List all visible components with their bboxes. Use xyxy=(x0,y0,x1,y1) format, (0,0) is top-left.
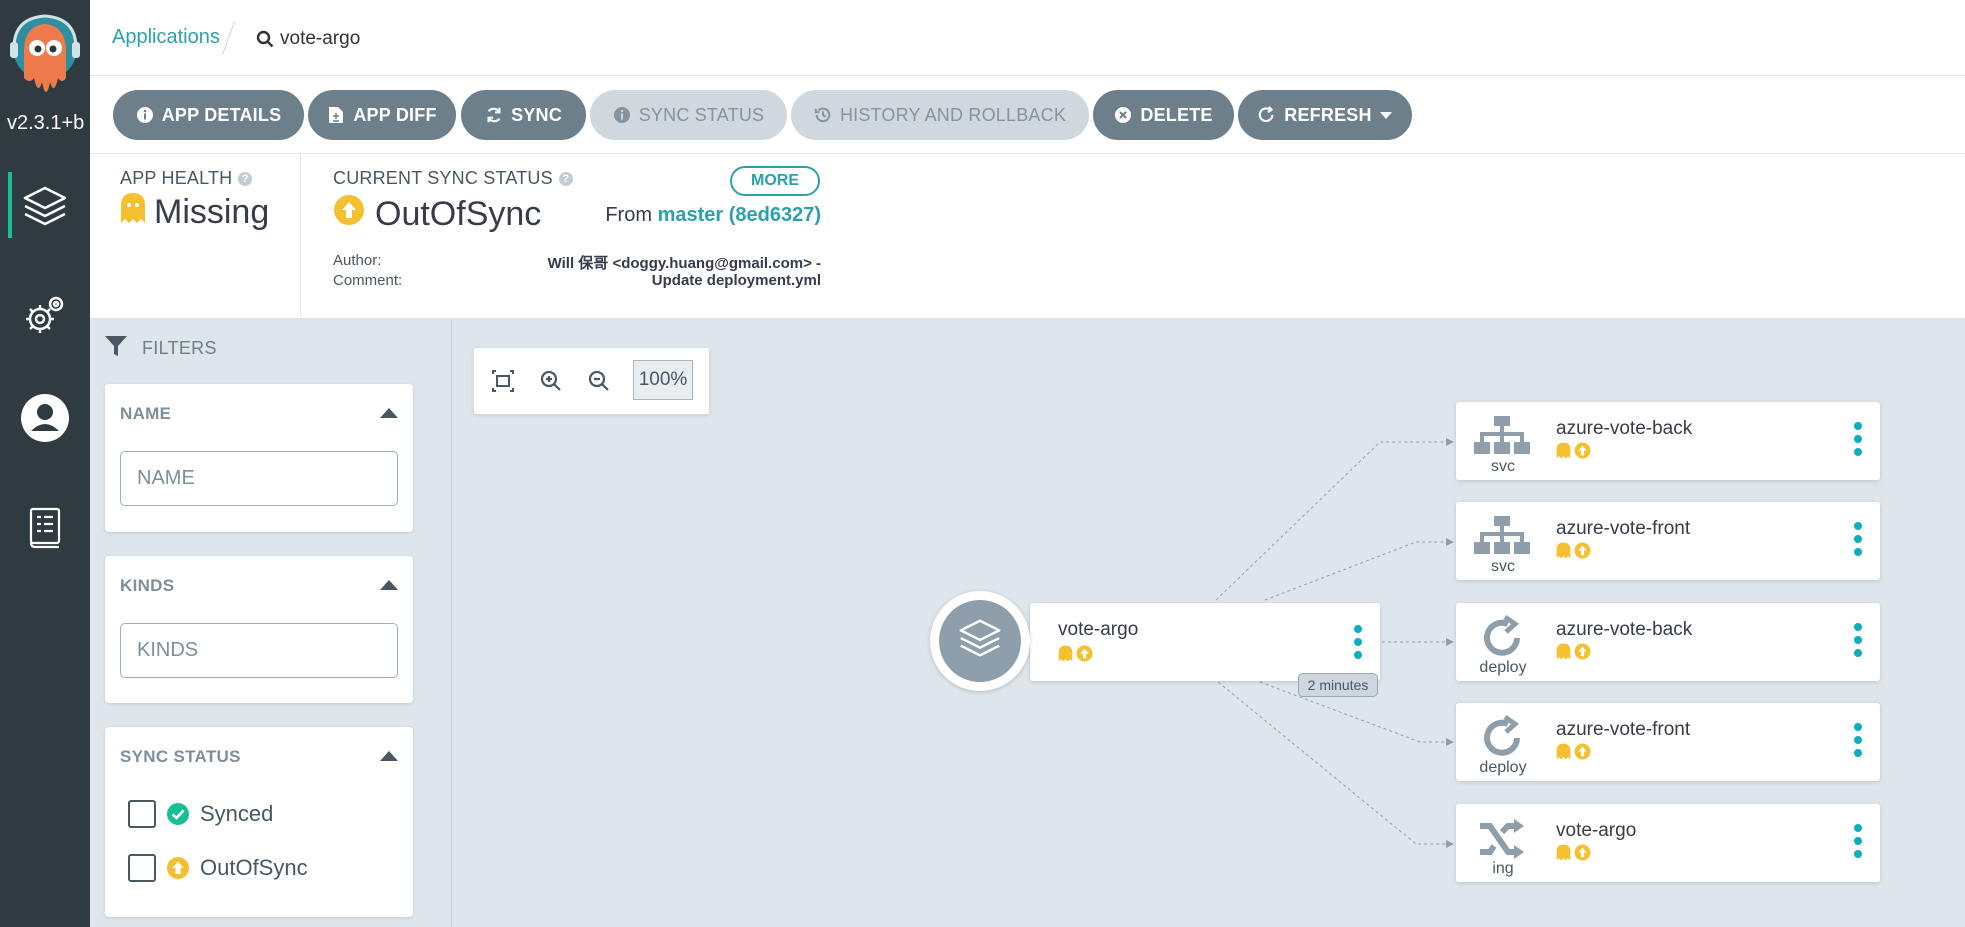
resource-kind: svc xyxy=(1491,458,1515,475)
resource-badges xyxy=(1556,643,1591,665)
deploy-icon xyxy=(1472,615,1532,661)
resource-badges xyxy=(1556,844,1591,866)
arrow-circle-up-icon xyxy=(1574,643,1591,665)
resource-badges xyxy=(1556,542,1591,564)
resource-badges xyxy=(1556,442,1591,464)
arrow-circle-up-icon xyxy=(1574,743,1591,765)
resource-node[interactable]: svc azure-vote-front xyxy=(1456,502,1880,580)
resource-kind: svc xyxy=(1491,558,1515,575)
kebab-menu-icon[interactable] xyxy=(1354,625,1362,659)
ghost-icon xyxy=(1556,542,1571,564)
layers-icon xyxy=(956,615,1004,668)
resource-node[interactable]: deploy azure-vote-back xyxy=(1456,603,1880,681)
service-icon xyxy=(1472,414,1532,460)
kebab-menu-icon[interactable] xyxy=(1854,623,1862,657)
resource-name: azure-vote-back xyxy=(1556,418,1693,439)
arrow-circle-up-icon xyxy=(1076,645,1093,667)
kebab-menu-icon[interactable] xyxy=(1854,824,1862,858)
ghost-icon xyxy=(1058,645,1073,667)
resource-name: azure-vote-front xyxy=(1556,719,1691,740)
kebab-menu-icon[interactable] xyxy=(1854,422,1862,456)
app-age-badge: 2 minutes xyxy=(1298,673,1378,697)
resource-kind: deploy xyxy=(1479,659,1527,676)
kebab-menu-icon[interactable] xyxy=(1854,723,1862,757)
arrow-circle-up-icon xyxy=(1574,844,1591,866)
app-node-name: vote-argo xyxy=(1058,619,1139,640)
service-icon xyxy=(1472,514,1532,560)
ingress-shuffle-icon xyxy=(1472,816,1532,862)
resource-kind: ing xyxy=(1492,860,1514,877)
resource-name: azure-vote-front xyxy=(1556,518,1691,539)
resource-name: vote-argo xyxy=(1556,820,1637,841)
arrow-circle-up-icon xyxy=(1574,542,1591,564)
arrow-circle-up-icon xyxy=(1574,442,1591,464)
resource-node[interactable]: ing vote-argo xyxy=(1456,804,1880,882)
app-node[interactable]: vote-argo xyxy=(1030,603,1380,681)
ghost-icon xyxy=(1556,844,1571,866)
resource-kind: deploy xyxy=(1479,759,1527,776)
resource-name: azure-vote-back xyxy=(1556,619,1693,640)
app-node-badges xyxy=(1058,645,1093,667)
ghost-icon xyxy=(1556,643,1571,665)
ghost-icon xyxy=(1556,442,1571,464)
resource-badges xyxy=(1556,743,1591,765)
ghost-icon xyxy=(1556,743,1571,765)
kebab-menu-icon[interactable] xyxy=(1854,522,1862,556)
app-node-circle[interactable] xyxy=(930,591,1030,691)
resource-node[interactable]: svc azure-vote-back xyxy=(1456,402,1880,480)
resource-node[interactable]: deploy azure-vote-front xyxy=(1456,703,1880,781)
deploy-icon xyxy=(1472,715,1532,761)
